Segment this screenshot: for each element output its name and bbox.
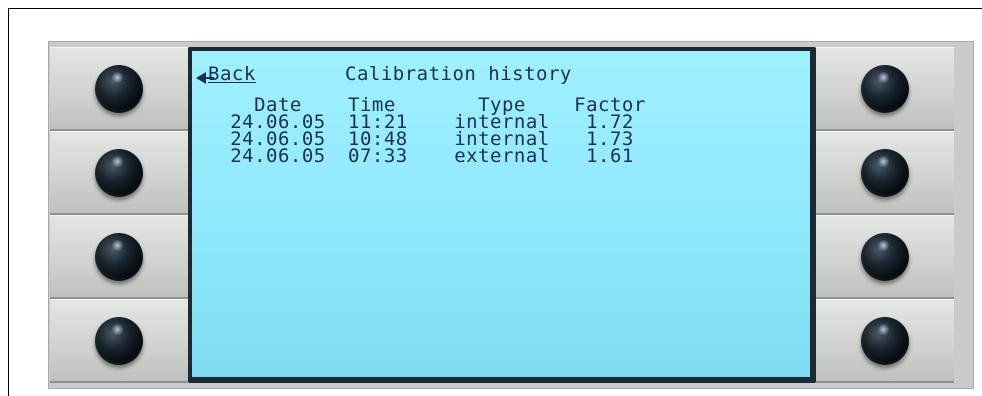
cell-type: external: [454, 145, 550, 167]
device-panel: Back Calibration history Date Time Type …: [48, 41, 974, 389]
softkey-knob-icon: [861, 232, 909, 281]
back-button[interactable]: Back: [208, 65, 256, 84]
softkey-knob-icon: [95, 148, 143, 197]
display-bezel: Back Calibration history Date Time Type …: [188, 47, 816, 383]
softkey-knob-icon: [95, 232, 143, 281]
right-softkey-column: [816, 47, 954, 383]
left-softkey-column: [50, 47, 188, 383]
right-softkey-1[interactable]: [816, 47, 954, 131]
calibration-history-table: Date Time Type Factor 24.06.05 11:21 int…: [208, 96, 656, 167]
figure-frame: Back Calibration history Date Time Type …: [8, 8, 982, 396]
screen-title: Calibration history: [345, 63, 572, 85]
left-softkey-2[interactable]: [50, 131, 188, 215]
lcd-screen: Back Calibration history Date Time Type …: [192, 51, 810, 377]
right-softkey-2[interactable]: [816, 131, 954, 215]
left-softkey-4[interactable]: [50, 299, 188, 383]
softkey-knob-icon: [861, 148, 909, 197]
softkey-knob-icon: [861, 316, 909, 365]
cell-date: 24.06.05: [230, 145, 326, 167]
softkey-knob-icon: [861, 64, 909, 113]
right-softkey-3[interactable]: [816, 215, 954, 299]
table-row: 24.06.05 07:33 external 1.61: [208, 145, 656, 167]
softkey-knob-icon: [95, 64, 143, 113]
right-softkey-4[interactable]: [816, 299, 954, 383]
cell-factor: 1.61: [586, 145, 634, 167]
softkey-knob-icon: [95, 316, 143, 365]
left-softkey-3[interactable]: [50, 215, 188, 299]
cell-time: 07:33: [348, 145, 408, 167]
left-softkey-1[interactable]: [50, 47, 188, 131]
